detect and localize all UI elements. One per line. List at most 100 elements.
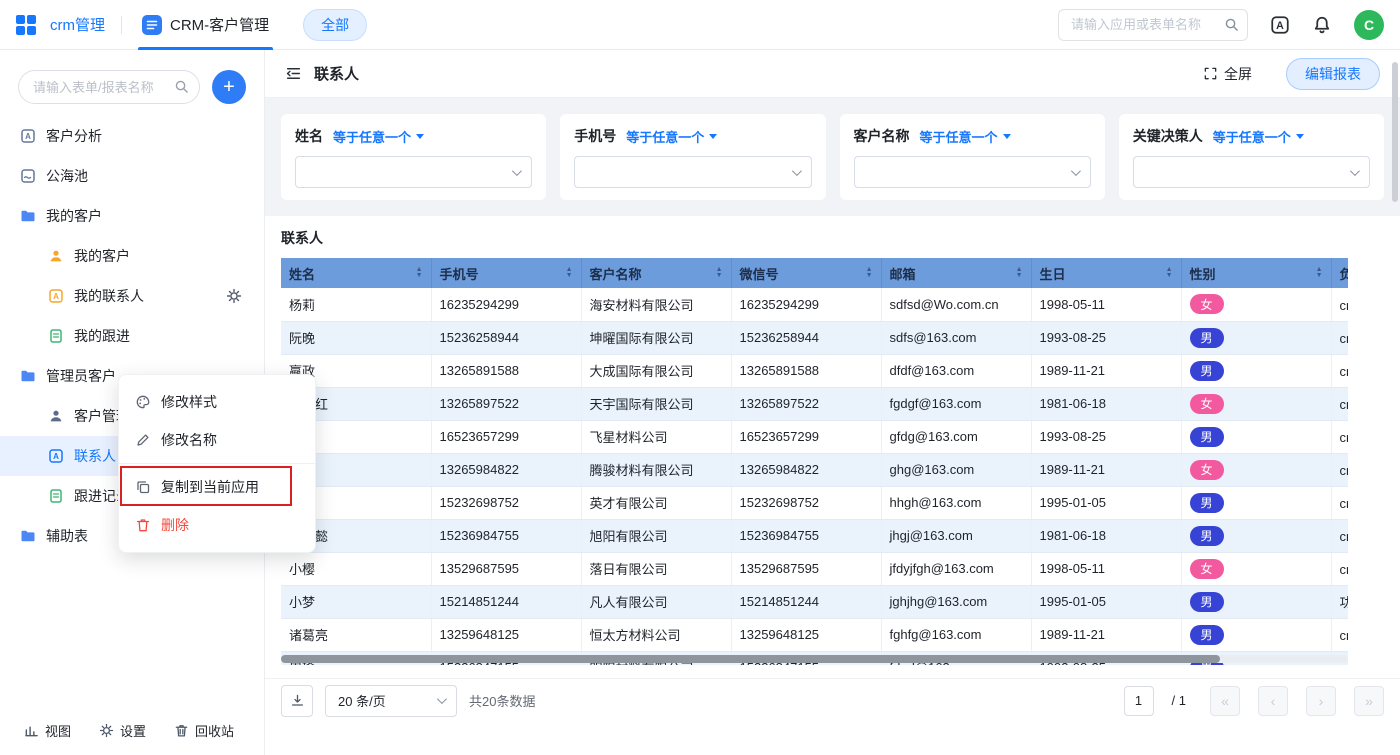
form-icon: A bbox=[20, 128, 36, 144]
page-scrollbar[interactable] bbox=[1392, 62, 1398, 202]
sidebar: + A 客户分析 公海池 我的客户 我的客户 bbox=[0, 50, 265, 755]
horizontal-scrollbar[interactable] bbox=[281, 655, 1348, 663]
sort-icon[interactable]: ▲▼ bbox=[866, 267, 873, 279]
tab-crm-app[interactable]: CRM-客户管理 bbox=[138, 0, 273, 50]
chevron-down-icon bbox=[1350, 166, 1360, 176]
menu-item-copy-to-current-app[interactable]: 复制到当前应用 bbox=[119, 468, 315, 506]
menu-item-label: 复制到当前应用 bbox=[161, 477, 259, 497]
table-row[interactable]: 刘邦13265984822腾骏材料有限公司13265984822ghg@163.… bbox=[281, 453, 1348, 486]
sidebar-item-label: 我的联系人 bbox=[74, 286, 144, 306]
sort-icon[interactable]: ▲▼ bbox=[566, 267, 573, 279]
prev-page-button[interactable]: ‹ bbox=[1258, 686, 1288, 716]
cell-wechat: 13265984822 bbox=[731, 453, 881, 486]
filter-operator-dropdown[interactable]: 等于任意一个 bbox=[1213, 127, 1304, 146]
app-launcher-icon[interactable] bbox=[16, 15, 36, 35]
global-search bbox=[1058, 9, 1248, 41]
column-header-wechat[interactable]: 微信号▲▼ bbox=[731, 258, 881, 288]
column-header-birthday[interactable]: 生日▲▼ bbox=[1031, 258, 1181, 288]
filter-value-select[interactable] bbox=[295, 156, 532, 188]
table-row[interactable]: 李女16523657299飞星材料公司16523657299gfdg@163.c… bbox=[281, 420, 1348, 453]
sort-icon[interactable]: ▲▼ bbox=[1016, 267, 1023, 279]
gender-badge: 男 bbox=[1190, 361, 1224, 381]
contacts-table: 姓名▲▼手机号▲▼客户名称▲▼微信号▲▼邮箱▲▼生日▲▼性别▲▼负责人▲▼ 杨莉… bbox=[281, 258, 1348, 665]
avatar[interactable]: C bbox=[1354, 10, 1384, 40]
export-download-button[interactable] bbox=[281, 685, 313, 717]
filter-value-select[interactable] bbox=[574, 156, 811, 188]
menu-item-edit-style[interactable]: 修改样式 bbox=[119, 383, 315, 421]
table-row[interactable]: 司马懿15236984755旭阳有限公司15236984755jhgj@163.… bbox=[281, 519, 1348, 552]
cell-wechat: 13265891588 bbox=[731, 354, 881, 387]
filter-label: 姓名 bbox=[295, 126, 323, 146]
column-header-gender[interactable]: 性别▲▼ bbox=[1181, 258, 1331, 288]
column-header-name[interactable]: 姓名▲▼ bbox=[281, 258, 431, 288]
workspace-link[interactable]: crm管理 bbox=[50, 14, 105, 35]
cell-birthday: 1981-06-18 bbox=[1031, 519, 1181, 552]
cell-phone: 16235294299 bbox=[431, 288, 581, 321]
sidebar-item-my-contacts[interactable]: A 我的联系人 bbox=[0, 276, 264, 316]
bell-icon[interactable] bbox=[1312, 15, 1332, 35]
sort-icon[interactable]: ▲▼ bbox=[716, 267, 723, 279]
table-row[interactable]: 小梦15214851244凡人有限公司15214851244jghjhg@163… bbox=[281, 585, 1348, 618]
gear-icon[interactable] bbox=[226, 288, 242, 304]
sidebar-item-my-followups[interactable]: 我的跟进 bbox=[0, 316, 264, 356]
gender-badge: 女 bbox=[1190, 460, 1224, 480]
sort-icon[interactable]: ▲▼ bbox=[416, 267, 423, 279]
sidebar-item-my-customer[interactable]: 我的客户 bbox=[0, 236, 264, 276]
column-header-phone[interactable]: 手机号▲▼ bbox=[431, 258, 581, 288]
filter-value-select[interactable] bbox=[854, 156, 1091, 188]
filter-operator-dropdown[interactable]: 等于任意一个 bbox=[626, 127, 717, 146]
total-count: 共20条数据 bbox=[469, 691, 535, 710]
table-row[interactable]: 刘伸15232698752英才有限公司15232698752hhgh@163.c… bbox=[281, 486, 1348, 519]
translate-icon[interactable]: A bbox=[1270, 15, 1290, 35]
gender-badge: 女 bbox=[1190, 559, 1224, 579]
sidebar-item-label: 客户分析 bbox=[46, 126, 102, 146]
cell-birthday: 1989-11-21 bbox=[1031, 453, 1181, 486]
column-header-customer[interactable]: 客户名称▲▼ bbox=[581, 258, 731, 288]
filter-operator-dropdown[interactable]: 等于任意一个 bbox=[333, 127, 424, 146]
menu-item-rename[interactable]: 修改名称 bbox=[119, 421, 315, 459]
cell-customer: 天宇国际有限公司 bbox=[581, 387, 731, 420]
recycle-bin-button[interactable]: 回收站 bbox=[174, 721, 234, 740]
filter-operator-dropdown[interactable]: 等于任意一个 bbox=[920, 127, 1011, 146]
table-row[interactable]: 阮晚15236258944坤曜国际有限公司15236258944sdfs@163… bbox=[281, 321, 1348, 354]
table-row[interactable]: 嬴政13265891588大成国际有限公司13265891588dfdf@163… bbox=[281, 354, 1348, 387]
last-page-button[interactable]: » bbox=[1354, 686, 1384, 716]
table-row[interactable]: 诸葛亮13259648125恒太方材料公司13259648125fghfg@16… bbox=[281, 618, 1348, 651]
collapse-sidebar-icon[interactable] bbox=[285, 65, 302, 82]
column-header-email[interactable]: 邮箱▲▼ bbox=[881, 258, 1031, 288]
all-apps-pill[interactable]: 全部 bbox=[303, 9, 367, 41]
cell-gender: 男 bbox=[1181, 354, 1331, 387]
page-size-select[interactable]: 20 条/页 bbox=[325, 685, 457, 717]
filter-value-select[interactable] bbox=[1133, 156, 1370, 188]
cell-customer: 大成国际有限公司 bbox=[581, 354, 731, 387]
next-page-button[interactable]: › bbox=[1306, 686, 1336, 716]
current-page-input[interactable]: 1 bbox=[1124, 686, 1154, 716]
first-page-button[interactable]: « bbox=[1210, 686, 1240, 716]
edit-report-button[interactable]: 编辑报表 bbox=[1286, 58, 1380, 90]
table-row[interactable]: 小樱13529687595落日有限公司13529687595jfdyjfgh@1… bbox=[281, 552, 1348, 585]
cell-owner: 功能管理员 bbox=[1331, 585, 1348, 618]
menu-item-delete[interactable]: 删除 bbox=[119, 506, 315, 544]
search-icon[interactable] bbox=[174, 79, 189, 94]
global-search-input[interactable] bbox=[1058, 9, 1248, 41]
add-form-button[interactable]: + bbox=[212, 70, 246, 104]
gender-badge: 男 bbox=[1190, 625, 1224, 645]
cell-phone: 13259648125 bbox=[431, 618, 581, 651]
sidebar-group-my-customers[interactable]: 我的客户 bbox=[0, 196, 264, 236]
sidebar-item-customer-analysis[interactable]: A 客户分析 bbox=[0, 116, 264, 156]
table-row[interactable]: 李秀红13265897522天宇国际有限公司13265897522fgdgf@1… bbox=[281, 387, 1348, 420]
fullscreen-button[interactable]: 全屏 bbox=[1203, 64, 1252, 84]
scrollbar-thumb[interactable] bbox=[281, 655, 1220, 663]
cell-email: hhgh@163.com bbox=[881, 486, 1031, 519]
column-header-owner[interactable]: 负责人▲▼ bbox=[1331, 258, 1348, 288]
cell-wechat: 15236984755 bbox=[731, 519, 881, 552]
table-row[interactable]: 杨莉16235294299海安材料有限公司16235294299sdfsd@Wo… bbox=[281, 288, 1348, 321]
settings-button[interactable]: 设置 bbox=[99, 721, 146, 740]
sidebar-item-public-pool[interactable]: 公海池 bbox=[0, 156, 264, 196]
sort-icon[interactable]: ▲▼ bbox=[1166, 267, 1173, 279]
views-button[interactable]: 视图 bbox=[24, 721, 71, 740]
sidebar-search-input[interactable] bbox=[18, 70, 200, 104]
sort-icon[interactable]: ▲▼ bbox=[1316, 267, 1323, 279]
cell-owner: crm管理员 bbox=[1331, 420, 1348, 453]
search-icon[interactable] bbox=[1224, 17, 1239, 32]
